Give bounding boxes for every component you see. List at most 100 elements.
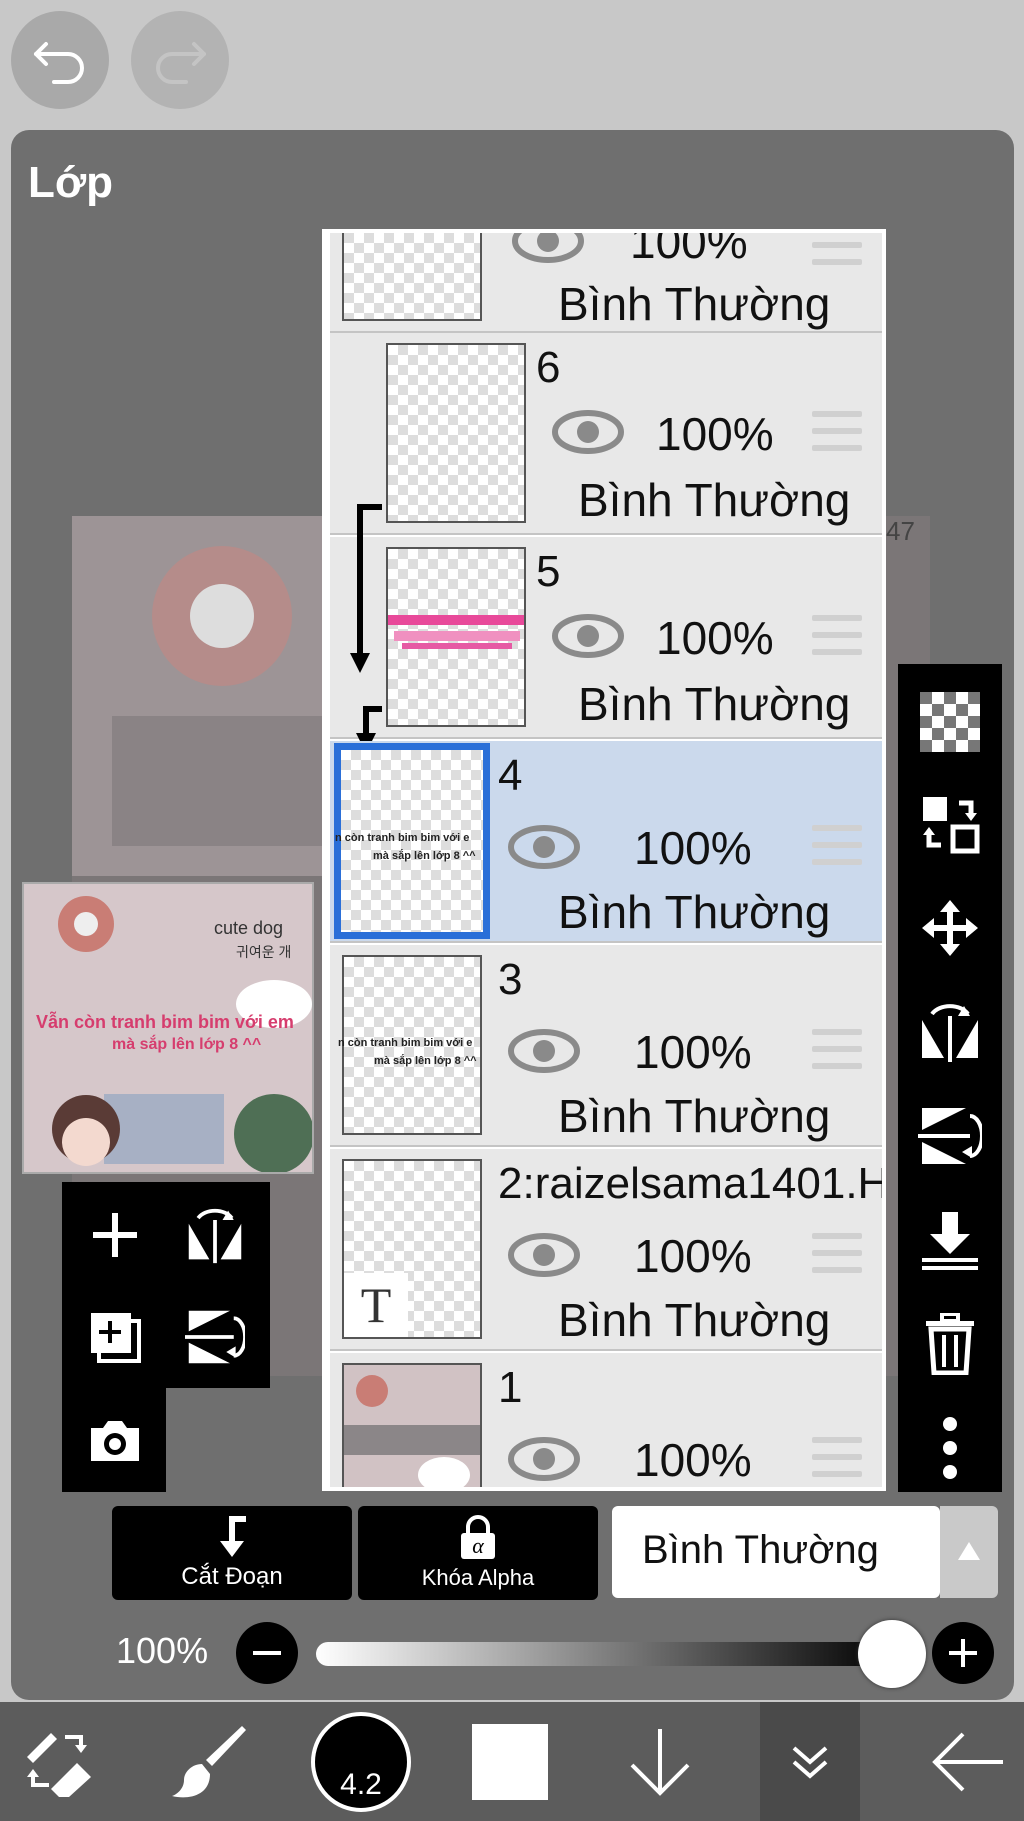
camera-import-button[interactable] [80,1406,150,1476]
move-button[interactable] [912,890,988,966]
layer-thumbnail [342,1363,482,1487]
layer-thumbnail [386,547,526,727]
drag-handle-icon[interactable] [812,411,862,451]
tool-switch-button[interactable] [0,1702,118,1821]
brush-icon [172,1725,246,1797]
layer-row[interactable]: 100% Bình Thường [330,229,882,333]
arrow-down-icon [630,1728,690,1796]
add-layer-button[interactable] [80,1200,150,1270]
drag-handle-icon[interactable] [812,1437,862,1477]
layer-opacity: 100% [630,229,748,268]
layer-row-4-selected[interactable]: n còn tranh bim bim với e mà sắp lên lớp… [330,741,882,943]
layer-panel-button[interactable] [760,1702,860,1821]
camera-toolbar [62,1388,166,1492]
layer-opacity: 100% [656,408,774,460]
brush-size-value: 4.2 [340,1767,382,1801]
eye-icon[interactable] [508,825,580,869]
layer-opacity: 100% [656,612,774,664]
swap-layer-button[interactable] [912,786,988,862]
redo-icon [156,42,206,84]
thumbnail-text-line2: mà sắp lên lớp 8 ^^ [112,1036,262,1053]
layer-row-1[interactable]: 1 100% [330,1353,882,1487]
thumbnail-text: n còn tranh bim bim với e [338,1037,473,1049]
clipping-arrow-icon [220,1516,246,1557]
layer-blend-mode: Bình Thường [558,278,831,330]
undo-button[interactable] [11,11,109,109]
plus-icon [949,1639,977,1667]
opacity-increase-button[interactable] [932,1622,994,1684]
opacity-decrease-button[interactable] [236,1622,298,1684]
transparency-checker-button[interactable] [912,684,988,760]
eye-icon[interactable] [508,1029,580,1073]
drag-handle-icon[interactable] [812,233,862,265]
thumbnail-art [344,1375,480,1487]
redo-button[interactable] [131,11,229,109]
layer-add-toolbar [62,1182,270,1388]
layer-opacity: 100% [634,1026,752,1078]
brush-size-indicator: 4.2 [311,1711,411,1812]
layer-blend-mode: Bình Thường [578,678,851,730]
canvas-artwork [72,516,332,876]
flip-vertical-button[interactable] [912,1098,988,1174]
opacity-slider-handle[interactable] [858,1620,926,1688]
flip-layer-vertical-button[interactable] [180,1302,250,1372]
more-vertical-icon [943,1417,957,1479]
trash-icon [926,1313,974,1375]
plus-icon [93,1213,137,1257]
layer-row-6[interactable]: 6 100% Bình Thường [330,333,882,535]
drag-handle-icon[interactable] [812,825,862,865]
layer-row-2[interactable]: T 2:raizelsama1401.H 100% Bình Thường [330,1149,882,1351]
opacity-slider[interactable] [316,1642,894,1666]
layer-name: 5 [536,547,561,596]
eye-icon[interactable] [512,229,584,263]
flip-layer-horizontal-button[interactable] [180,1200,250,1270]
arrow-left-icon [932,1732,1003,1791]
eye-icon[interactable] [508,1233,580,1277]
brush-size-button[interactable]: 4.2 [306,1702,416,1821]
thumbnail-pink-strokes [388,615,524,649]
layer-blend-mode: Bình Thường [578,474,851,526]
delete-layer-button[interactable] [912,1306,988,1382]
double-chevron-down-icon [792,1745,828,1779]
alpha-lock-label: Khóa Alpha [421,1565,535,1590]
blend-mode-dropdown-button[interactable] [940,1506,998,1598]
layer-row-5[interactable]: 5 100% Bình Thường [330,537,882,739]
drag-handle-icon[interactable] [812,1029,862,1069]
eye-icon[interactable] [552,614,624,658]
more-options-button[interactable] [912,1410,988,1486]
blend-mode-select[interactable]: Bình Thường [612,1506,940,1598]
eye-icon[interactable] [552,410,624,454]
back-button[interactable] [910,1702,1024,1821]
alpha-lock-icon: α [461,1515,495,1559]
svg-text:α: α [472,1533,484,1558]
layer-name: 6 [536,343,561,392]
eye-icon[interactable] [508,1437,580,1481]
merge-down-button[interactable] [912,1202,988,1278]
color-button[interactable] [460,1702,560,1821]
drag-handle-icon[interactable] [812,1233,862,1273]
camera-icon [91,1421,139,1461]
text-layer-icon: T [344,1273,408,1337]
thumbnail-text: mà sắp lên lớp 8 ^^ [374,1055,477,1067]
minus-icon [253,1651,281,1655]
drag-handle-icon[interactable] [812,615,862,655]
duplicate-layer-button[interactable] [80,1302,150,1372]
canvas-corner-text: 47 [886,516,915,546]
checkerboard-icon [920,692,980,752]
alpha-lock-button[interactable]: α Khóa Alpha [358,1506,598,1600]
thumbnail-text-line1: Vẫn còn tranh bim bim với em [36,1012,294,1032]
layer-thumbnail [342,233,482,321]
layer-name: 2:raizelsama1401.H [498,1159,886,1208]
layer-list[interactable]: 100% Bình Thường 6 100% Bình Thường 5 10… [322,229,886,1491]
thumbnail-text: mà sắp lên lớp 8 ^^ [373,850,476,862]
move-layer-down-button[interactable] [610,1702,710,1821]
layer-row-3[interactable]: n còn tranh bim bim với e mà sắp lên lớp… [330,945,882,1147]
brush-button[interactable] [160,1702,260,1821]
clipping-button[interactable]: Cắt Đoạn [112,1506,352,1600]
swap-icon [923,797,980,854]
brush-eraser-switch-icon [27,1732,91,1797]
layer-blend-mode: Bình Thường [558,886,831,938]
flip-horizontal-button[interactable] [912,994,988,1070]
panel-title: Lớp [28,158,114,207]
bottom-toolbar: 4.2 [0,1702,1024,1821]
